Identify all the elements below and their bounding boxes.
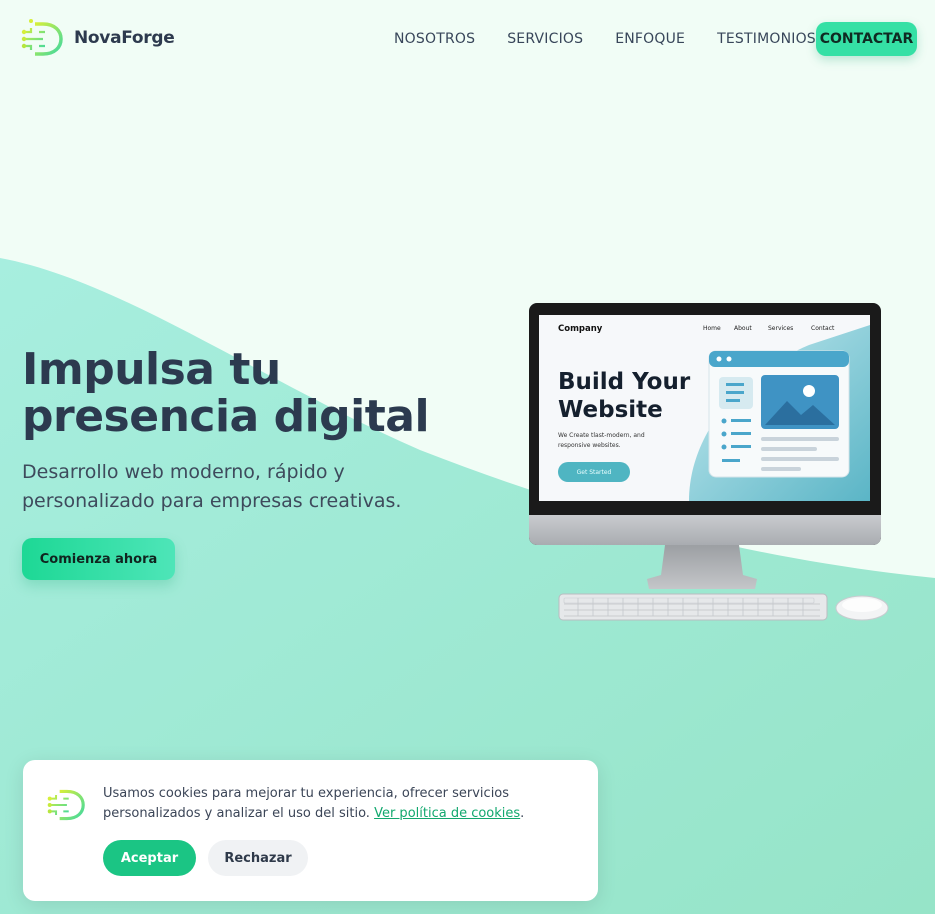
- mockup-button: Get Started: [558, 462, 630, 482]
- monitor-illustration: Company Home About Services Contact Buil…: [529, 303, 881, 545]
- hero-title: Impulsa tu presencia digital: [22, 344, 430, 442]
- nav-link-testimonios[interactable]: TESTIMONIOS: [717, 31, 816, 47]
- mockup-company: Company: [558, 324, 603, 334]
- cookie-message: Usamos cookies para mejorar tu experienc…: [103, 786, 525, 821]
- hero-subtitle: Desarrollo web moderno, rápido y persona…: [22, 461, 402, 512]
- mockup-title: Build Your Website: [558, 369, 691, 423]
- mockup-nav-about: About: [734, 325, 752, 332]
- circuit-d-logo-icon: [47, 789, 85, 821]
- mockup-nav-home: Home: [703, 325, 721, 332]
- brand-name[interactable]: NovaForge: [74, 28, 175, 48]
- mouse-illustration: [835, 595, 889, 621]
- keyboard-illustration: [558, 593, 828, 621]
- contact-button[interactable]: CONTACTAR: [816, 22, 917, 56]
- nav-link-enfoque[interactable]: ENFOQUE: [615, 31, 685, 47]
- reject-cookies-button[interactable]: Rechazar: [208, 840, 308, 876]
- mockup-nav-contact: Contact: [811, 325, 835, 332]
- site-header: NovaForge NOSOTROS SERVICIOS ENFOQUE TES…: [0, 0, 935, 78]
- mockup-nav-services: Services: [768, 325, 794, 332]
- circuit-d-logo-icon[interactable]: [21, 16, 63, 62]
- nav-link-nosotros[interactable]: NOSOTROS: [394, 31, 475, 47]
- cookie-policy-link[interactable]: Ver política de cookies: [374, 806, 520, 821]
- nav-link-servicios[interactable]: SERVICIOS: [507, 31, 583, 47]
- mockup-subtitle: We Create tlast-modern, and responsive w…: [558, 432, 645, 449]
- main-nav: NOSOTROS SERVICIOS ENFOQUE TESTIMONIOS: [394, 0, 848, 78]
- monitor-chin: [529, 515, 881, 545]
- cookie-banner: Usamos cookies para mejorar tu experienc…: [23, 760, 598, 901]
- monitor-stand: [647, 545, 757, 589]
- get-started-button[interactable]: Comienza ahora: [22, 538, 175, 580]
- monitor-screen: Company Home About Services Contact Buil…: [539, 315, 870, 501]
- accept-cookies-button[interactable]: Aceptar: [103, 840, 196, 876]
